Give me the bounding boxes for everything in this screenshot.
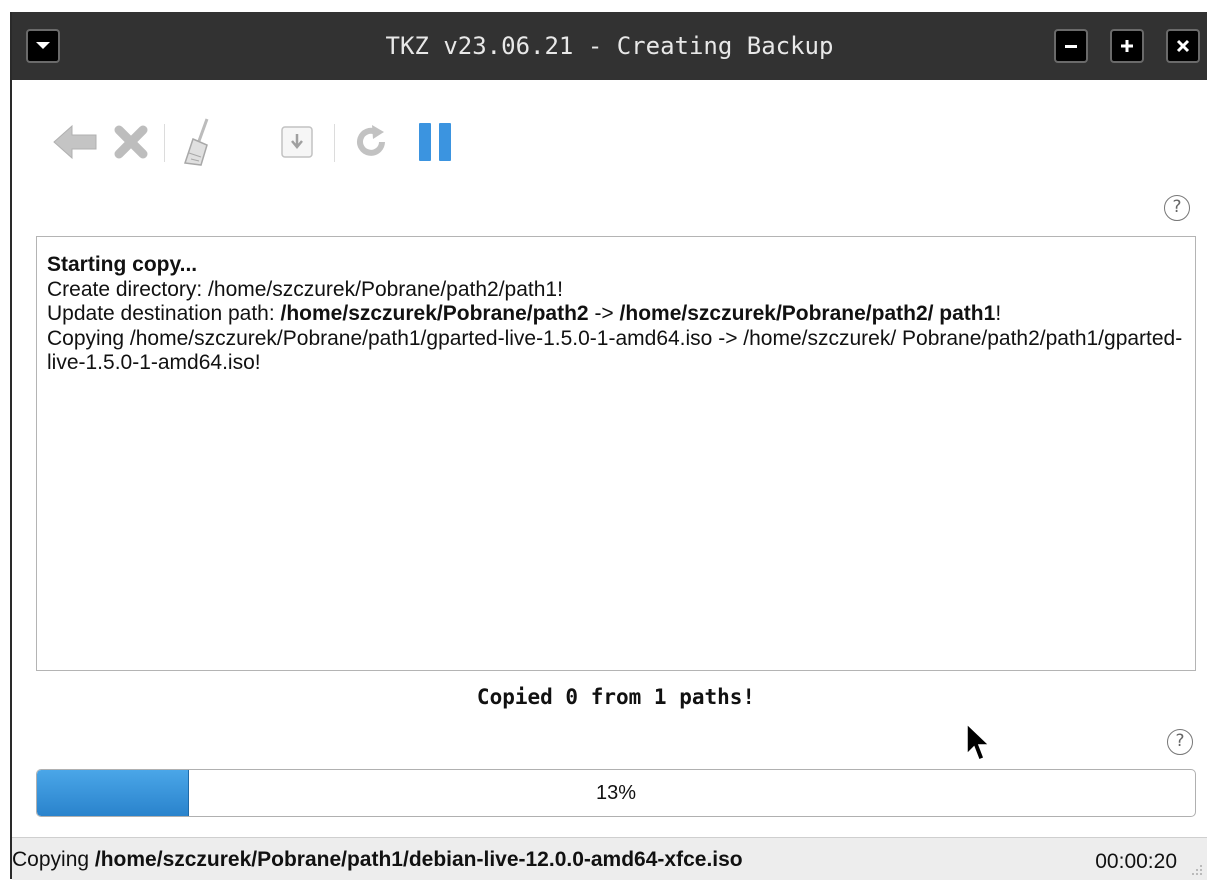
- broom-clean-icon: [183, 118, 209, 166]
- log-line: Create directory: /home/szczurek/Pobrane…: [47, 277, 563, 301]
- log-line: Copying /home/szczurek/Pobrane/path1/gpa…: [47, 326, 1183, 375]
- maximize-button[interactable]: [1110, 29, 1144, 63]
- copy-summary: Copied 0 from 1 paths!: [476, 685, 756, 709]
- progress-bar: 13%: [36, 769, 1196, 817]
- minimize-icon: [1065, 45, 1077, 48]
- log-line: Update destination path: /home/szczurek/…: [47, 302, 1002, 325]
- progress-label: 13%: [595, 782, 637, 804]
- pause-button[interactable]: [410, 112, 460, 172]
- status-message: Copying /home/szczurek/Pobrane/path1/deb…: [12, 848, 743, 871]
- log-output[interactable]: Starting copy... Create directory: /home…: [36, 236, 1196, 671]
- pause-icon: [419, 123, 451, 161]
- clean-button[interactable]: [176, 112, 226, 172]
- back-button[interactable]: [50, 112, 100, 172]
- window-title: TKZ v23.06.21 - Creating Backup: [385, 32, 834, 60]
- backup-window: TKZ v23.06.21 - Creating Backup ? Starti…: [10, 12, 1207, 880]
- toolbar: [50, 112, 490, 172]
- elapsed-time: 00:00:20: [1095, 850, 1177, 873]
- refresh-icon: [357, 125, 385, 156]
- maximize-icon: [1121, 40, 1133, 52]
- refresh-button[interactable]: [346, 112, 396, 172]
- cancel-button[interactable]: [106, 112, 156, 172]
- help-icon[interactable]: ?: [1167, 729, 1193, 755]
- back-arrow-icon: [53, 124, 97, 160]
- log-line: Starting copy...: [47, 253, 198, 276]
- status-bar: Copying /home/szczurek/Pobrane/path1/deb…: [12, 837, 1207, 880]
- download-icon: [281, 126, 313, 158]
- minimize-button[interactable]: [1054, 29, 1088, 63]
- window-menu-button[interactable]: [26, 29, 60, 63]
- close-icon: [1176, 39, 1190, 53]
- help-icon[interactable]: ?: [1164, 195, 1190, 221]
- title-bar[interactable]: TKZ v23.06.21 - Creating Backup: [12, 12, 1207, 80]
- toolbar-separator: [334, 124, 335, 162]
- resize-grip-icon[interactable]: [1189, 862, 1203, 876]
- close-button[interactable]: [1166, 29, 1200, 63]
- chevron-down-icon: [36, 42, 50, 49]
- toolbar-separator: [164, 124, 165, 162]
- download-button[interactable]: [272, 112, 322, 172]
- mouse-cursor-icon: [966, 722, 991, 761]
- cancel-icon: [114, 125, 148, 159]
